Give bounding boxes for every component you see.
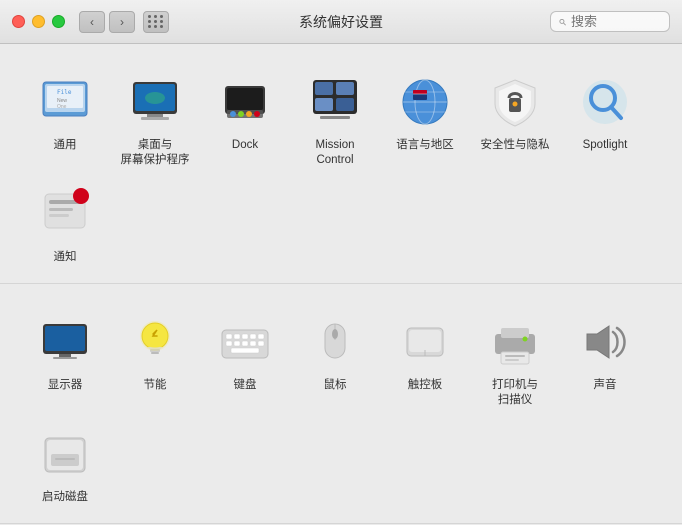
label-sound: 声音 <box>594 378 617 393</box>
icon-dock <box>215 72 275 132</box>
minimize-button[interactable] <box>32 15 45 28</box>
icon-mouse <box>305 312 365 372</box>
search-input[interactable] <box>571 14 661 29</box>
label-mission: MissionControl <box>316 138 355 168</box>
pref-dock[interactable]: Dock <box>200 64 290 176</box>
grid-dots-icon <box>148 15 164 28</box>
svg-text:File: File <box>57 89 72 96</box>
icon-startup <box>35 424 95 484</box>
label-energy: 节能 <box>144 378 167 393</box>
label-security: 安全性与隐私 <box>481 138 550 153</box>
icon-displays <box>35 312 95 372</box>
pref-general[interactable]: File New One 通用 <box>20 64 110 176</box>
label-trackpad: 触控板 <box>408 378 443 393</box>
label-spotlight: Spotlight <box>583 138 628 153</box>
icon-grid-hardware: 显示器 节能 <box>20 304 662 513</box>
pref-security[interactable]: 安全性与隐私 <box>470 64 560 176</box>
label-notifications: 通知 <box>54 250 77 265</box>
content-area: File New One 通用 <box>0 44 682 525</box>
icon-security <box>485 72 545 132</box>
titlebar: ‹ › 系统偏好设置 <box>0 0 682 44</box>
forward-button[interactable]: › <box>109 11 135 33</box>
label-printers: 打印机与扫描仪 <box>492 378 538 408</box>
label-mouse: 鼠标 <box>324 378 347 393</box>
window-title: 系统偏好设置 <box>299 12 383 32</box>
pref-language[interactable]: 语言与地区 <box>380 64 470 176</box>
pref-trackpad[interactable]: 触控板 <box>380 304 470 416</box>
icon-trackpad <box>395 312 455 372</box>
pref-energy[interactable]: 节能 <box>110 304 200 416</box>
maximize-button[interactable] <box>52 15 65 28</box>
close-button[interactable] <box>12 15 25 28</box>
pref-displays[interactable]: 显示器 <box>20 304 110 416</box>
label-general: 通用 <box>54 138 77 153</box>
search-icon <box>559 16 566 28</box>
label-keyboard: 键盘 <box>234 378 257 393</box>
icon-grid-personal: File New One 通用 <box>20 64 662 273</box>
svg-text:One: One <box>57 104 67 110</box>
icon-language <box>395 72 455 132</box>
icon-mission <box>305 72 365 132</box>
icon-sound <box>575 312 635 372</box>
nav-buttons: ‹ › <box>79 11 135 33</box>
back-button[interactable]: ‹ <box>79 11 105 33</box>
label-startup: 启动磁盘 <box>42 490 88 505</box>
icon-desktop <box>125 72 185 132</box>
pref-sound[interactable]: 声音 <box>560 304 650 416</box>
icon-spotlight <box>575 72 635 132</box>
section-hardware: 显示器 节能 <box>0 284 682 524</box>
pref-desktop[interactable]: 桌面与屏幕保护程序 <box>110 64 200 176</box>
search-box[interactable] <box>550 11 670 32</box>
label-language: 语言与地区 <box>396 138 454 153</box>
section-personal: File New One 通用 <box>0 44 682 284</box>
pref-notifications[interactable]: 通知 <box>20 176 110 273</box>
pref-startup[interactable]: 启动磁盘 <box>20 416 110 513</box>
grid-view-button[interactable] <box>143 11 169 33</box>
icon-notifications <box>35 184 95 244</box>
icon-general: File New One <box>35 72 95 132</box>
label-desktop: 桌面与屏幕保护程序 <box>121 138 190 168</box>
pref-keyboard[interactable]: 键盘 <box>200 304 290 416</box>
icon-printers <box>485 312 545 372</box>
icon-keyboard <box>215 312 275 372</box>
traffic-lights <box>12 15 65 28</box>
label-dock: Dock <box>232 138 258 153</box>
pref-spotlight[interactable]: Spotlight <box>560 64 650 176</box>
pref-mouse[interactable]: 鼠标 <box>290 304 380 416</box>
pref-mission[interactable]: MissionControl <box>290 64 380 176</box>
icon-energy <box>125 312 185 372</box>
pref-printers[interactable]: 打印机与扫描仪 <box>470 304 560 416</box>
label-displays: 显示器 <box>48 378 83 393</box>
